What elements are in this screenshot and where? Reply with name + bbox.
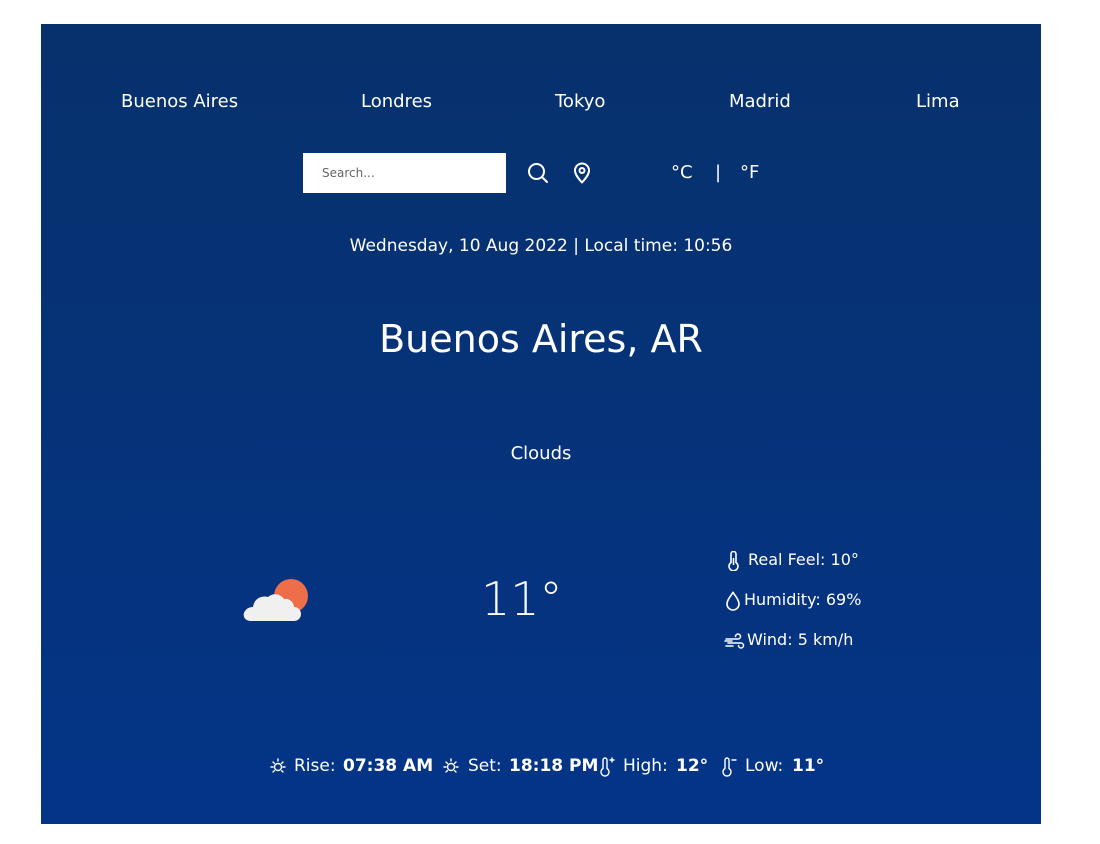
low-temp-label: Low:: [745, 756, 784, 776]
search-bar: °C | °F: [41, 153, 1041, 193]
city-nav: Buenos Aires Londres Tokyo Madrid Lima: [41, 90, 1041, 116]
city-link-lima[interactable]: Lima: [916, 90, 960, 114]
daily-summary: Rise: 07:38 AM Set: 18:18 PM High: 12° L…: [41, 753, 1041, 779]
city-link-londres[interactable]: Londres: [361, 90, 432, 114]
fahrenheit-toggle[interactable]: °F: [740, 162, 759, 184]
thermometer-icon: [728, 551, 739, 571]
search-input[interactable]: [303, 153, 506, 193]
location-title: Buenos Aires, AR: [379, 317, 703, 361]
location-pin-icon[interactable]: [571, 162, 593, 184]
wind-text: Wind: 5 km/h: [747, 630, 854, 649]
local-datetime: Wednesday, 10 Aug 2022 | Local time: 10:…: [349, 236, 733, 256]
unit-separator: |: [715, 162, 722, 183]
humidity-text: Humidity: 69%: [744, 590, 862, 609]
sunrise-value: 07:38 AM: [343, 756, 434, 776]
weather-app: Buenos Aires Londres Tokyo Madrid Lima °…: [41, 24, 1041, 824]
sunset-icon: [443, 758, 459, 773]
city-link-buenos-aires[interactable]: Buenos Aires: [121, 90, 238, 114]
sunset-label: Set:: [468, 756, 502, 776]
search-icon[interactable]: [527, 162, 549, 184]
city-link-madrid[interactable]: Madrid: [729, 90, 791, 114]
low-temp-value: 11°: [792, 756, 825, 776]
water-drop-icon: [726, 591, 740, 611]
cloud-sun-icon: [241, 574, 311, 624]
high-temp-label: High:: [623, 756, 668, 776]
weather-condition: Clouds: [510, 443, 572, 464]
high-temp-value: 12°: [676, 756, 709, 776]
sunset-value: 18:18 PM: [509, 756, 599, 776]
wind-icon: [724, 633, 745, 649]
sunrise-label: Rise:: [294, 756, 336, 776]
current-temperature: 11°: [481, 572, 563, 626]
celsius-toggle[interactable]: °C: [671, 162, 693, 184]
thermometer-low-icon: [722, 757, 737, 777]
thermometer-high-icon: [600, 757, 615, 777]
sunrise-icon: [270, 758, 286, 773]
real-feel-text: Real Feel: 10°: [748, 550, 859, 569]
city-link-tokyo[interactable]: Tokyo: [555, 90, 605, 114]
